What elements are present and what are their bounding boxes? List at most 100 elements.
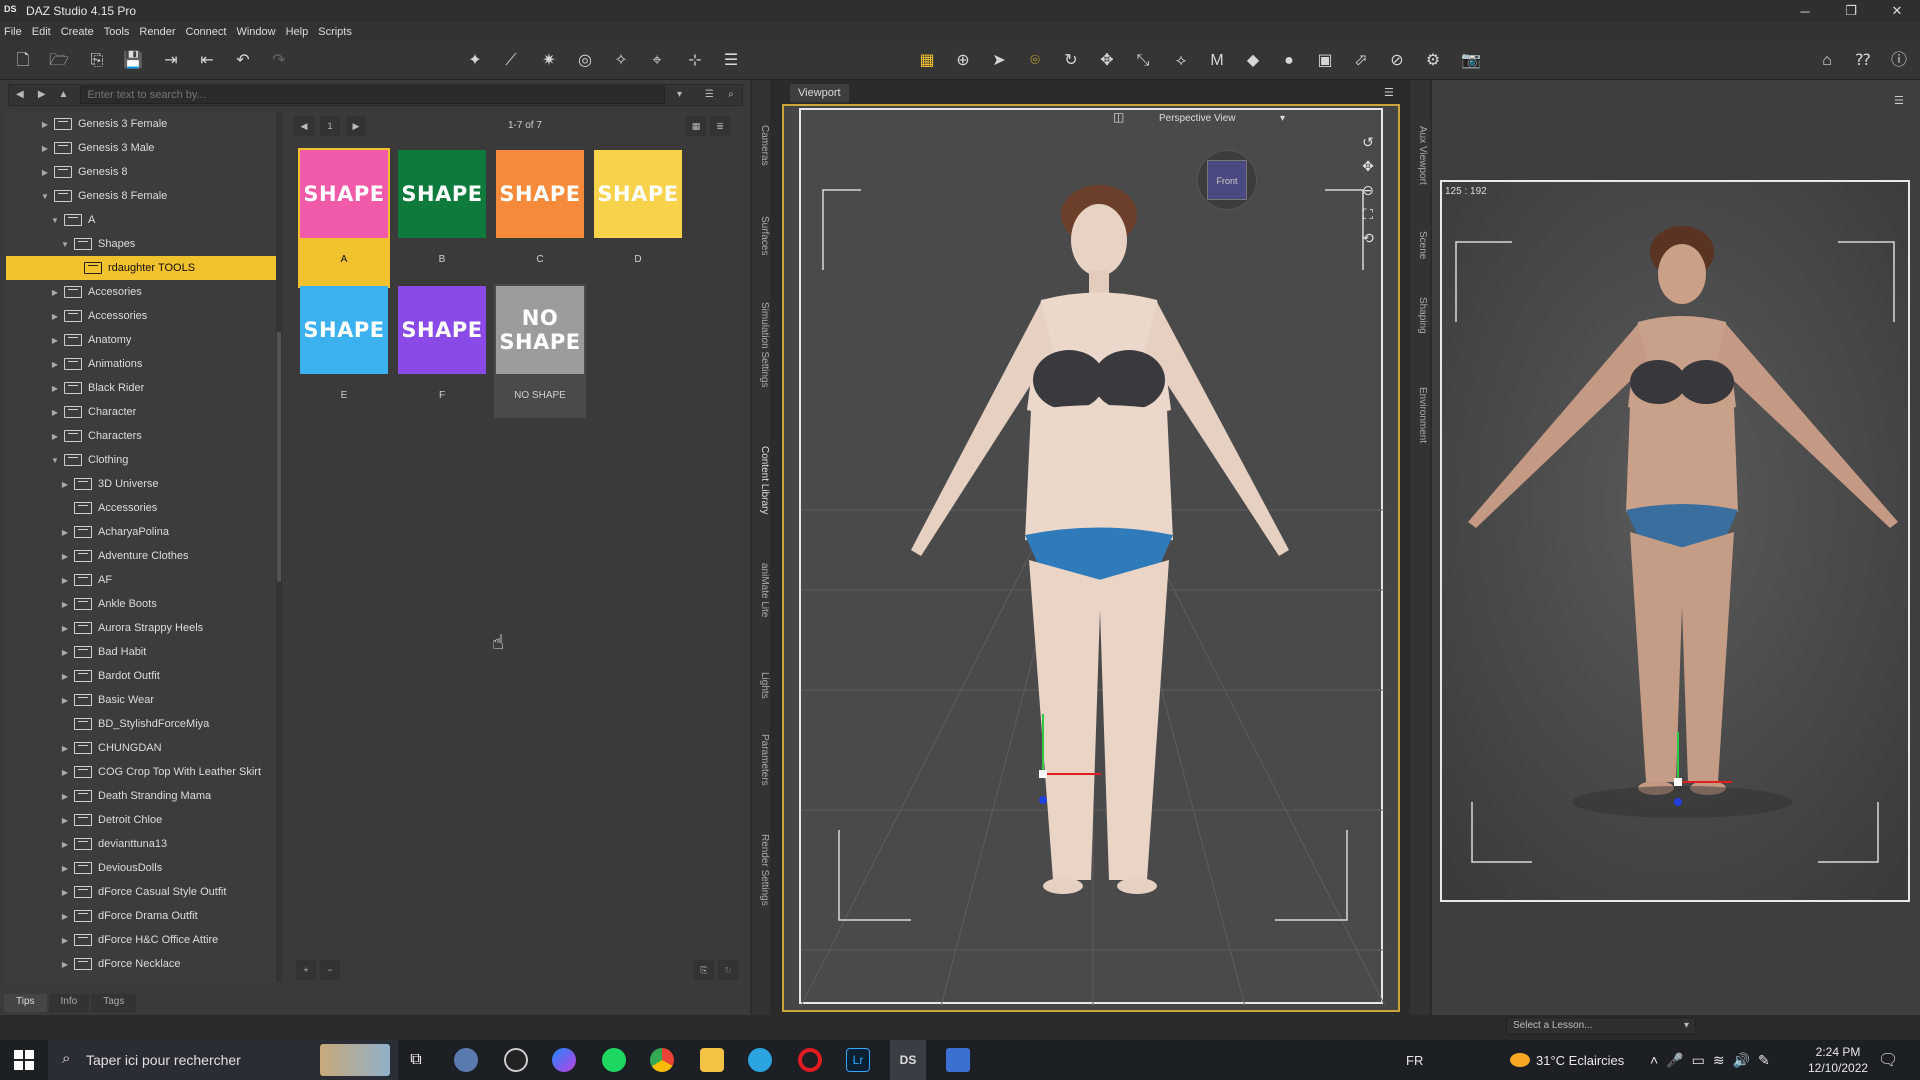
tree-item[interactable]: ▶ dForce Drama Outfit	[6, 904, 276, 928]
spotify-icon[interactable]	[602, 1048, 626, 1072]
menu-window[interactable]: Window	[236, 26, 275, 38]
expand-right-icon[interactable]: ▶	[60, 816, 70, 825]
copy-icon[interactable]: ⎘	[694, 960, 714, 980]
expand-right-icon[interactable]: ▶	[60, 600, 70, 609]
expand-right-icon[interactable]: ▶	[60, 744, 70, 753]
expand-right-icon[interactable]: ▶	[60, 672, 70, 681]
home-icon[interactable]: ⌂	[1816, 50, 1838, 72]
tree-item[interactable]: ▶ dForce Casual Style Outfit	[6, 880, 276, 904]
expand-right-icon[interactable]: ▶	[60, 576, 70, 585]
menu-tools[interactable]: Tools	[104, 26, 130, 38]
tab-render-settings[interactable]: Render Settings	[752, 820, 770, 920]
tree-item[interactable]: ▶ Genesis 8	[6, 160, 276, 184]
tree-item[interactable]: ▶ AcharyaPolina	[6, 520, 276, 544]
active-pose-icon[interactable]: ⌾	[1024, 50, 1046, 72]
microphone-icon[interactable]: 🎤	[1666, 1052, 1691, 1069]
file-explorer-icon[interactable]	[700, 1048, 724, 1072]
camera-frame[interactable]: Front Perspective View ▾ ◫ ↺ ✥ ⊖ ⛶ ⟲	[799, 108, 1385, 1006]
spot-tool-icon[interactable]: ✧	[610, 50, 632, 72]
tree-item[interactable]: ▶ Genesis 3 Female	[6, 112, 276, 136]
telegram-icon[interactable]	[748, 1048, 772, 1072]
figure-tool-icon[interactable]: ✦	[464, 50, 486, 72]
expand-down-icon[interactable]: ▼	[40, 192, 50, 201]
expand-right-icon[interactable]: ▶	[50, 360, 60, 369]
tree-item[interactable]: ▶ Bad Habit	[6, 640, 276, 664]
rotate-tool-icon[interactable]: ↻	[1060, 50, 1082, 72]
surface-tool-icon[interactable]: ◆	[1242, 50, 1264, 72]
camera-add-icon[interactable]: ⌖	[646, 50, 668, 72]
tree-item[interactable]: ▶ Detroit Chloe	[6, 808, 276, 832]
pen-icon[interactable]: ✎	[1758, 1052, 1778, 1069]
tree-item[interactable]: ▶ dForce H&C Office Attire	[6, 928, 276, 952]
chrome-icon[interactable]	[650, 1048, 674, 1072]
content-tile[interactable]: SHAPE F	[396, 284, 488, 401]
up-arrow-icon[interactable]: ▲	[53, 85, 75, 105]
page-number[interactable]: 1	[320, 116, 340, 136]
tree-item[interactable]: ▶ Aurora Strappy Heels	[6, 616, 276, 640]
viewport-settings-icon[interactable]: ◫	[1113, 110, 1124, 124]
volume-icon[interactable]: 🔊	[1733, 1052, 1758, 1069]
tree-item[interactable]: ▼ Shapes	[6, 232, 276, 256]
prev-page-icon[interactable]: ◀	[294, 116, 314, 136]
expand-right-icon[interactable]: ▶	[60, 912, 70, 921]
tree-item[interactable]: rdaughter TOOLS	[6, 256, 276, 280]
messenger-icon[interactable]	[552, 1048, 576, 1072]
tab-parameters[interactable]: Parameters	[752, 720, 770, 800]
tree-item[interactable]: ▶ Genesis 3 Male	[6, 136, 276, 160]
expand-right-icon[interactable]: ▶	[60, 792, 70, 801]
open-icon[interactable]: 🗁	[48, 50, 70, 72]
help-icon[interactable]: ⓘ	[1888, 50, 1910, 72]
expand-right-icon[interactable]: ▶	[60, 864, 70, 873]
geometry-editor-icon[interactable]: M	[1206, 50, 1228, 72]
tab-content-library[interactable]: Content Library	[752, 432, 770, 528]
tab-aux-viewport[interactable]: Aux Viewport	[1410, 110, 1428, 200]
new-file-icon[interactable]: 🗋	[12, 50, 34, 72]
menu-create[interactable]: Create	[61, 26, 94, 38]
thumbnail-view-icon[interactable]: ▦	[686, 116, 706, 136]
forward-arrow-icon[interactable]: ▶	[31, 85, 53, 105]
joint-tool-icon[interactable]: ⟋	[500, 50, 522, 72]
expand-right-icon[interactable]: ▶	[50, 408, 60, 417]
remove-icon[interactable]: −	[320, 960, 340, 980]
spark-tool-icon[interactable]: ✷	[538, 50, 560, 72]
weight-map-icon[interactable]: ●	[1278, 50, 1300, 72]
import-icon[interactable]: ⇥	[160, 50, 182, 72]
content-tile[interactable]: SHAPE C	[494, 148, 586, 265]
obs-icon[interactable]	[504, 1048, 528, 1072]
content-tile[interactable]: SHAPE A	[298, 148, 390, 288]
aux-viewport[interactable]	[1440, 180, 1910, 902]
tree-scrollbar[interactable]	[276, 112, 282, 982]
expand-right-icon[interactable]: ▶	[50, 432, 60, 441]
expand-right-icon[interactable]: ▶	[50, 312, 60, 321]
view-cube[interactable]: Front	[1207, 160, 1247, 200]
battery-icon[interactable]: ▭	[1692, 1052, 1713, 1069]
tree-item[interactable]: ▶ Animations	[6, 352, 276, 376]
tree-item[interactable]: ▶ Characters	[6, 424, 276, 448]
system-tray[interactable]: ˄ 🎤 ▭ ≋ 🔊 ✎	[1650, 1040, 1778, 1080]
tree-item[interactable]: ▶ devianttuna13	[6, 832, 276, 856]
restore-icon[interactable]: ❐	[1828, 0, 1874, 22]
notification-icon[interactable]: 🗨	[1878, 1040, 1898, 1080]
render-camera-icon[interactable]: 📷	[1460, 50, 1482, 72]
expand-right-icon[interactable]: ▶	[40, 120, 50, 129]
expand-right-icon[interactable]: ▶	[60, 528, 70, 537]
opera-icon[interactable]	[798, 1048, 822, 1072]
lesson-select[interactable]: Select a Lesson... ▾	[1506, 1017, 1696, 1035]
language-indicator[interactable]: FR	[1406, 1040, 1423, 1080]
daz-studio-icon[interactable]: DS	[896, 1048, 920, 1072]
expand-right-icon[interactable]: ▶	[40, 168, 50, 177]
tab-tips[interactable]: Tips	[4, 994, 47, 1012]
windows-start-icon[interactable]	[14, 1050, 34, 1070]
redo-icon[interactable]: ↷	[268, 50, 290, 72]
tree-item[interactable]: ▶ Adventure Clothes	[6, 544, 276, 568]
add-icon[interactable]: +	[296, 960, 316, 980]
frame-icon[interactable]: ⛶	[1357, 202, 1379, 226]
content-tile[interactable]: SHAPE B	[396, 148, 488, 265]
expand-right-icon[interactable]: ▶	[50, 288, 60, 297]
tree-item[interactable]: ▶ Accesories	[6, 280, 276, 304]
save-icon[interactable]: 💾	[122, 50, 144, 72]
expand-right-icon[interactable]: ▶	[60, 648, 70, 657]
clock[interactable]: 2:24 PM 12/10/2022	[1808, 1040, 1868, 1080]
menu-file[interactable]: File	[4, 26, 22, 38]
weather-widget[interactable]: 31°C Eclaircies	[1510, 1040, 1624, 1080]
